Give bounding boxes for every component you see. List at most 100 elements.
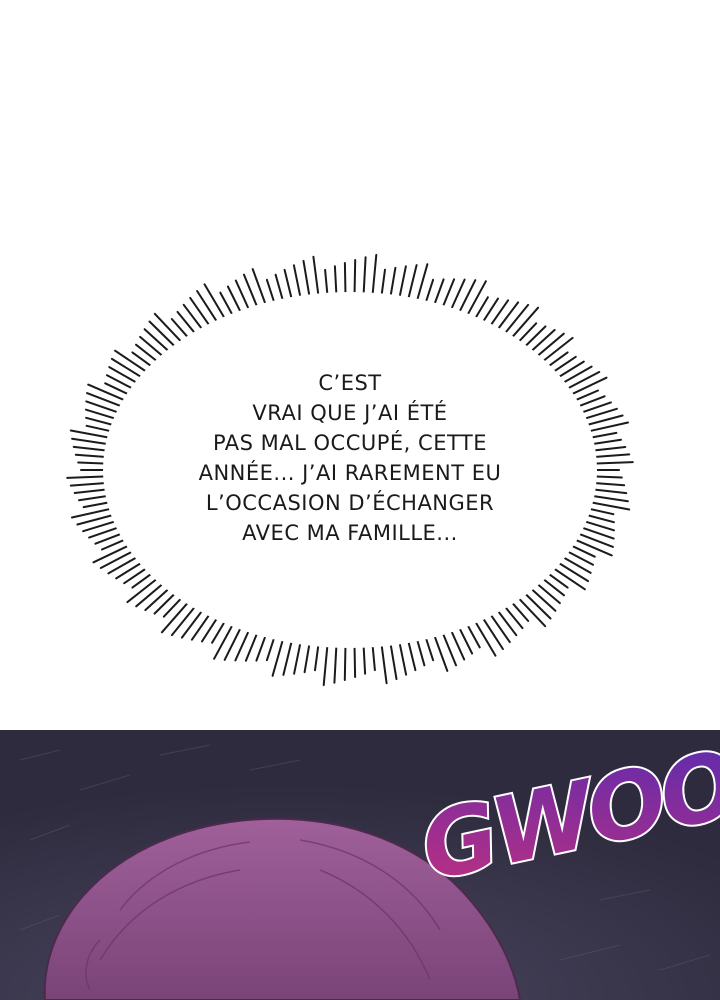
- speech-bubble-area: C’EST VRAI QUE J’AI ÉTÉ PAS MAL OCCUPÉ, …: [0, 0, 720, 730]
- bubble-spike: [189, 296, 212, 329]
- bubble-spike: [353, 259, 357, 297]
- bubble-text: C’EST VRAI QUE J’AI ÉTÉ PAS MAL OCCUPÉ, …: [150, 368, 550, 548]
- bubble-spike: [555, 360, 585, 380]
- bubble-spike: [333, 265, 338, 298]
- bubble-spike: [176, 310, 198, 337]
- bubble-spike: [362, 642, 367, 675]
- bubble-spike: [74, 453, 109, 459]
- bubble-spike: [107, 555, 140, 575]
- bubble-spike: [196, 290, 220, 325]
- bubble-spike: [162, 595, 184, 618]
- bubble-spike: [182, 303, 205, 333]
- bubble-spike: [406, 264, 418, 302]
- bubble-spike: [148, 320, 178, 350]
- bubble-spike: [72, 445, 110, 452]
- bubble-spike: [283, 268, 294, 302]
- bubble-spike: [575, 531, 614, 548]
- bubble-line: AVEC MA FAMILLE...: [242, 521, 458, 545]
- bubble-spike: [213, 621, 235, 660]
- bubble-spike: [153, 312, 184, 345]
- bubble-spike: [66, 475, 109, 479]
- bubble-spike: [303, 640, 311, 674]
- bubble-spike: [223, 624, 243, 661]
- bubble-spike: [170, 603, 198, 637]
- bubble-spike: [572, 537, 613, 557]
- bubble-spike: [114, 349, 150, 374]
- bubble-spike: [302, 259, 311, 300]
- bubble-spike: [85, 424, 114, 433]
- bubble-spike: [389, 640, 398, 681]
- bubble-spike: [126, 576, 160, 604]
- bubble-spike: [333, 642, 338, 684]
- bubble-spike: [143, 328, 172, 354]
- bubble-spike: [255, 632, 268, 662]
- bubble-spike: [583, 513, 615, 524]
- bubble-spike: [135, 343, 160, 364]
- bubble-spike: [108, 366, 140, 385]
- comic-page: C’EST VRAI QUE J’AI ÉTÉ PAS MAL OCCUPÉ, …: [0, 0, 720, 1000]
- bubble-spike: [282, 638, 294, 676]
- bubble-spike: [589, 438, 622, 446]
- bubble-spike: [540, 576, 565, 597]
- bubble-spike: [77, 461, 109, 465]
- bubble-spike: [550, 566, 586, 591]
- bubble-spike: [398, 639, 408, 676]
- bubble-spike: [415, 263, 429, 304]
- bubble-spike: [560, 555, 592, 574]
- bubble-spike: [522, 590, 552, 620]
- bubble-spike: [99, 549, 136, 569]
- bubble-spike: [115, 560, 145, 580]
- bubble-spike: [502, 303, 530, 337]
- panel-artwork: GWOO: [0, 730, 720, 1000]
- bubble-spike: [473, 618, 497, 657]
- bubble-spike: [123, 566, 150, 585]
- bubble-spike: [560, 365, 593, 385]
- bubble-spike: [495, 301, 520, 333]
- bubble-spike: [488, 611, 511, 644]
- bubble-spike: [389, 266, 397, 300]
- bubble-spike: [314, 641, 320, 672]
- bubble-spike: [522, 325, 547, 350]
- bubble-spike: [591, 461, 634, 465]
- bubble-spike: [293, 639, 302, 675]
- bubble-spike: [432, 278, 445, 308]
- bubble-spike: [488, 299, 510, 329]
- bubble-spike: [343, 262, 347, 297]
- bubble-spike: [73, 488, 110, 494]
- bubble-spike: [85, 416, 117, 427]
- bubble-spike: [591, 475, 623, 479]
- bubble-spike: [457, 279, 477, 316]
- bubble-spike: [555, 560, 590, 583]
- bubble-spike: [180, 607, 205, 639]
- bubble-spike: [69, 429, 113, 439]
- bubble-spike: [587, 431, 618, 439]
- bubble-spike: [380, 268, 386, 299]
- bubble-spike: [516, 595, 547, 628]
- bubble-spike: [550, 355, 577, 374]
- bubble-spike: [540, 336, 574, 364]
- bubble-spike: [591, 481, 626, 487]
- bubble-spike: [106, 374, 136, 391]
- bubble-spike: [153, 590, 178, 615]
- bubble-spike: [465, 280, 487, 319]
- bubble-spike: [190, 611, 212, 641]
- bubble-spike: [92, 543, 132, 564]
- bubble-line: L’OCCASION D’ÉCHANGER: [205, 491, 495, 515]
- bubble-spike: [343, 643, 347, 681]
- bubble-spike: [406, 638, 417, 672]
- bubble-spike: [82, 501, 113, 509]
- bubble-line: PAS MAL OCCUPÉ, CETTE: [212, 431, 488, 455]
- bubble-spike: [362, 256, 367, 298]
- bubble-spike: [203, 283, 227, 322]
- bubble-spike: [568, 376, 608, 397]
- bubble-spike: [589, 494, 629, 503]
- bubble-spike: [380, 641, 388, 685]
- bubble-spike: [322, 642, 329, 687]
- bubble-spike: [587, 501, 631, 511]
- bubble-spike: [110, 357, 145, 380]
- bubble-spike: [78, 494, 111, 502]
- bubble-spike: [87, 383, 128, 403]
- bubble-spike: [590, 488, 628, 495]
- bubble-spike: [371, 642, 376, 672]
- bubble-spike: [312, 255, 320, 299]
